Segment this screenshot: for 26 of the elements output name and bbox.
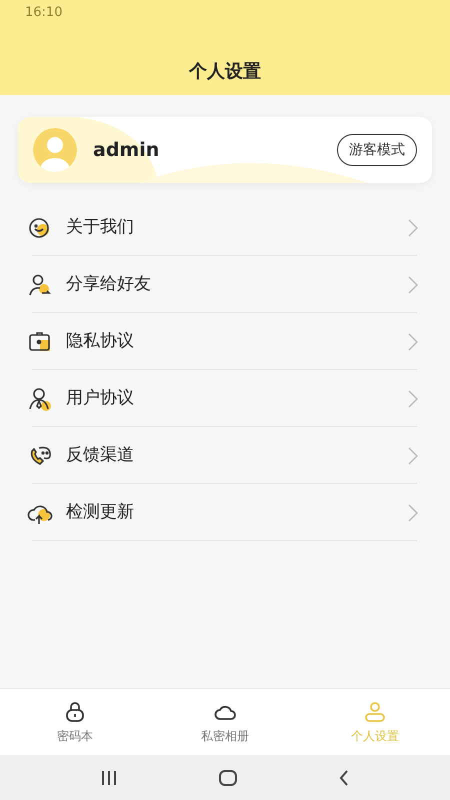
status-time: 16:10 <box>25 4 62 22</box>
chevron-right-icon <box>408 446 418 464</box>
menu-item[interactable]: 隐私协议 <box>0 313 450 370</box>
chevron-right-icon <box>408 504 418 522</box>
tab[interactable]: 密码本 <box>0 689 150 755</box>
menu-item[interactable]: 用户协议 <box>0 370 450 427</box>
guest-mode-button[interactable]: 游客模式 <box>337 134 417 166</box>
username: admin <box>93 138 160 163</box>
recent-apps-icon[interactable] <box>101 770 117 786</box>
chevron-right-icon <box>408 218 418 236</box>
avatar <box>33 128 77 172</box>
chevron-right-icon <box>408 390 418 408</box>
lock-icon <box>63 700 87 724</box>
chevron-right-icon <box>408 276 418 294</box>
tab[interactable]: 私密相册 <box>150 689 300 755</box>
home-icon[interactable] <box>219 770 237 786</box>
person-tie-icon <box>27 386 53 412</box>
person-icon <box>363 700 387 724</box>
chevron-right-icon <box>408 332 418 350</box>
menu-item[interactable]: 检测更新 <box>0 484 450 541</box>
back-icon[interactable] <box>339 770 349 786</box>
person-arrow-icon <box>27 272 53 298</box>
menu-item[interactable]: 反馈渠道 <box>0 427 450 484</box>
menu-item[interactable]: 分享给好友 <box>0 256 450 313</box>
page-title: 个人设置 <box>189 60 261 84</box>
menu-item[interactable]: 关于我们 <box>0 199 450 256</box>
